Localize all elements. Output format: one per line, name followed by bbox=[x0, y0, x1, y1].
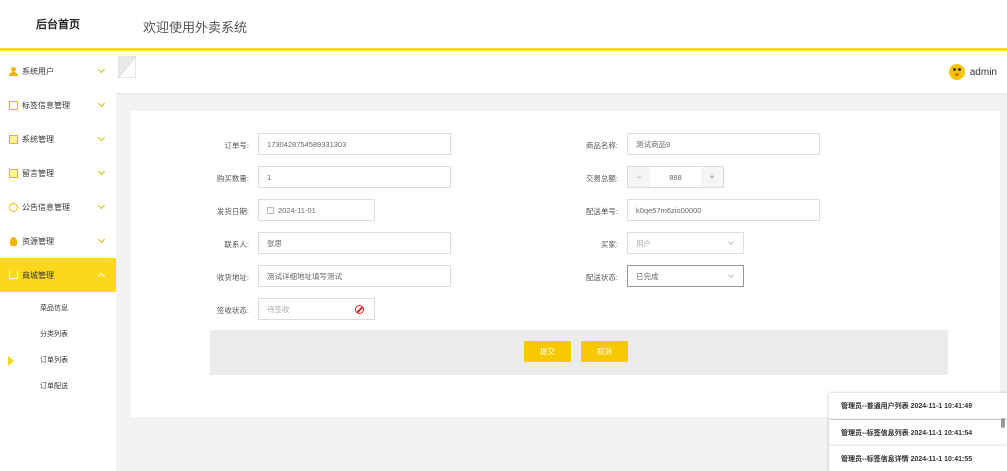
submenu-item-categories[interactable]: 分类列表 bbox=[0, 322, 116, 348]
delivery-status-select[interactable]: 已完成 bbox=[627, 265, 744, 287]
chevron-down-icon bbox=[728, 239, 734, 245]
submenu-item-label: 订单列表 bbox=[40, 357, 68, 364]
product-name-value: 测试商品9 bbox=[636, 139, 671, 149]
notification-scrollbar[interactable] bbox=[1001, 418, 1005, 428]
username: admin bbox=[969, 66, 997, 78]
chevron-down-icon bbox=[97, 99, 106, 108]
ship-date-picker[interactable]: 2024-11-01 bbox=[258, 199, 375, 221]
sidebar-item-label: 系统管理 bbox=[22, 134, 54, 144]
tag-icon bbox=[8, 100, 18, 110]
fold-toggle-icon[interactable] bbox=[118, 56, 136, 78]
bulb-icon bbox=[8, 236, 18, 246]
order-form: 订单号: 1730428754589331303 商品名称: 测试商品9 购买数… bbox=[131, 111, 1000, 417]
notification-text: 管理员--标签信息列表 2024-11-1 10:41:54 bbox=[841, 430, 973, 437]
order-no-label: 订单号: bbox=[224, 141, 249, 150]
sidebar-item-label: 留言管理 bbox=[22, 168, 54, 178]
sidebar-item-label: 标签信息管理 bbox=[22, 100, 70, 110]
sidebar-item-label: 公告信息管理 bbox=[22, 202, 70, 212]
sign-status-label: 签收状态: bbox=[216, 306, 249, 315]
contact-value: 张思 bbox=[267, 238, 282, 248]
submenu-item-delivery[interactable]: 订单配送 bbox=[0, 374, 116, 400]
settings-icon bbox=[8, 134, 18, 144]
active-arrow-icon bbox=[8, 356, 14, 366]
delivery-status-label: 配送状态: bbox=[585, 273, 618, 282]
ship-date-value: 2024-11-01 bbox=[278, 205, 316, 215]
logo[interactable]: 后台首页 bbox=[0, 0, 116, 48]
product-name-label: 商品名称: bbox=[585, 141, 618, 150]
submenu-item-orders[interactable]: 订单列表 bbox=[0, 348, 116, 374]
increment-button[interactable]: + bbox=[701, 167, 723, 187]
sign-status-value: 待签收 bbox=[267, 304, 290, 314]
total-value: 888 bbox=[669, 172, 682, 182]
disabled-icon bbox=[355, 305, 364, 314]
form-actions: 提交 取消 bbox=[210, 330, 948, 375]
quantity-label: 购买数量: bbox=[216, 174, 249, 183]
submenu-item-label: 菜品信息 bbox=[40, 305, 68, 312]
shop-submenu: 菜品信息 分类列表 订单列表 订单配送 bbox=[0, 296, 116, 400]
top-bar: 后台首页 欢迎使用外卖系统 bbox=[0, 0, 1007, 51]
sidebar-item-tags[interactable]: 标签信息管理 bbox=[0, 88, 116, 122]
avatar bbox=[948, 64, 965, 80]
chevron-down-icon bbox=[728, 272, 734, 278]
chevron-down-icon bbox=[97, 167, 106, 176]
delivery-no-label: 配送单号: bbox=[585, 207, 618, 216]
submit-button[interactable]: 提交 bbox=[524, 341, 571, 362]
chevron-down-icon bbox=[97, 235, 106, 244]
delivery-no-field[interactable]: k0qe57m6zio00000 bbox=[627, 199, 820, 221]
submenu-item-label: 订单配送 bbox=[40, 383, 68, 390]
chevron-down-icon bbox=[97, 133, 106, 142]
sidebar-item-messages[interactable]: 留言管理 bbox=[0, 156, 116, 190]
notice-icon bbox=[8, 202, 18, 212]
notification-text: 管理员--普通用户列表 2024-11-1 10:41:49 bbox=[841, 403, 973, 410]
cancel-button[interactable]: 取消 bbox=[581, 341, 628, 362]
sidebar-item-label: 资源管理 bbox=[22, 236, 54, 246]
sidebar-item-resources[interactable]: 资源管理 bbox=[0, 224, 116, 258]
quantity-value: 1 bbox=[267, 172, 272, 182]
address-label: 收货地址: bbox=[216, 273, 249, 282]
notification-text: 管理员--标签信息详情 2024-11-1 10:41:55 bbox=[841, 456, 973, 463]
sidebar: 系统用户 标签信息管理 系统管理 留言管理 公告信息管理 资源管理 商城管理 菜… bbox=[0, 54, 116, 471]
buyer-select[interactable]: 用户 bbox=[627, 232, 744, 254]
address-value: 测试详细地址填写测试 bbox=[267, 271, 342, 281]
message-icon bbox=[8, 168, 18, 178]
notification-toast[interactable]: 管理员--普通用户列表 2024-11-1 10:41:49 bbox=[829, 393, 1007, 419]
calendar-icon bbox=[267, 206, 274, 214]
notification-toast[interactable]: 管理员--标签信息详情 2024-11-1 10:41:55 bbox=[829, 446, 1007, 471]
welcome-title: 欢迎使用外卖系统 bbox=[143, 20, 248, 35]
decrement-button[interactable]: − bbox=[628, 167, 650, 187]
contact-field[interactable]: 张思 bbox=[258, 232, 451, 254]
notification-toast[interactable]: 管理员--标签信息列表 2024-11-1 10:41:54 bbox=[829, 420, 1007, 446]
chevron-up-icon bbox=[97, 272, 106, 281]
address-field[interactable]: 测试详细地址填写测试 bbox=[258, 265, 451, 287]
submenu-item-label: 分类列表 bbox=[40, 331, 68, 338]
order-no-value: 1730428754589331303 bbox=[267, 139, 347, 149]
chevron-down-icon bbox=[97, 65, 106, 74]
buyer-label: 买家: bbox=[600, 240, 618, 249]
sign-status-field[interactable]: 待签收 bbox=[258, 298, 375, 320]
sidebar-item-system[interactable]: 系统管理 bbox=[0, 122, 116, 156]
sidebar-item-label: 系统用户 bbox=[22, 66, 54, 76]
contact-label: 联系人: bbox=[224, 240, 249, 249]
sidebar-item-label: 商城管理 bbox=[22, 270, 54, 280]
user-icon bbox=[8, 66, 18, 76]
total-stepper[interactable]: − 888 + bbox=[627, 166, 724, 188]
sidebar-item-shop[interactable]: 商城管理 bbox=[0, 258, 116, 292]
product-name-field[interactable]: 测试商品9 bbox=[627, 133, 820, 155]
buyer-value: 用户 bbox=[636, 238, 651, 248]
user-menu[interactable]: admin bbox=[948, 64, 997, 80]
chevron-down-icon bbox=[97, 201, 106, 210]
quantity-field[interactable]: 1 bbox=[258, 166, 451, 188]
submenu-item-dishes[interactable]: 菜品信息 bbox=[0, 296, 116, 322]
order-no-field[interactable]: 1730428754589331303 bbox=[258, 133, 451, 155]
logo-text: 后台首页 bbox=[36, 19, 80, 31]
total-label: 交易总额: bbox=[585, 174, 618, 183]
sidebar-item-system-users[interactable]: 系统用户 bbox=[0, 54, 116, 88]
sidebar-item-notices[interactable]: 公告信息管理 bbox=[0, 190, 116, 224]
delivery-no-value: k0qe57m6zio00000 bbox=[636, 205, 702, 215]
sub-header: admin bbox=[116, 54, 1007, 94]
delivery-status-value: 已完成 bbox=[636, 271, 659, 281]
cart-icon bbox=[8, 270, 18, 280]
ship-date-label: 发货日期: bbox=[216, 207, 249, 216]
